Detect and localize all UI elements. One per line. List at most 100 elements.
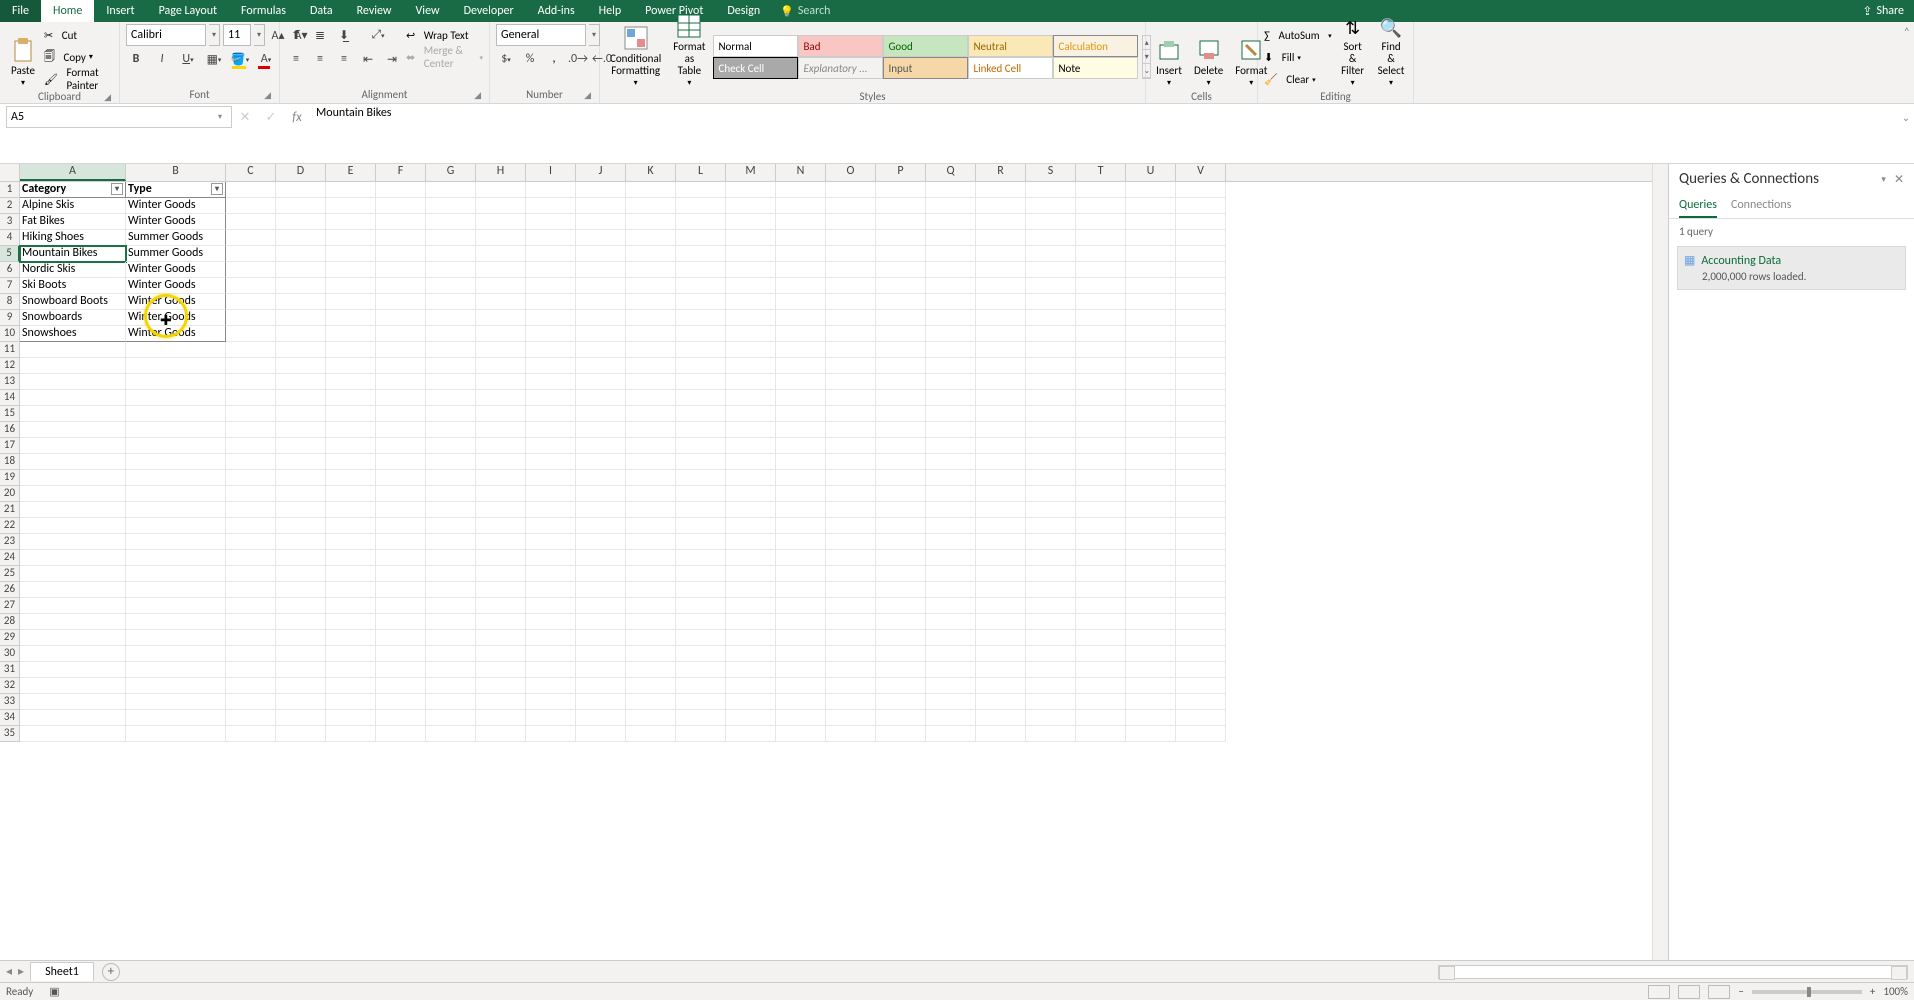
cell-C30[interactable] bbox=[226, 646, 276, 662]
cell-N3[interactable] bbox=[776, 214, 826, 230]
close-pane-icon[interactable]: ✕ bbox=[1894, 172, 1904, 187]
cell-D24[interactable] bbox=[276, 550, 326, 566]
cell-P3[interactable] bbox=[876, 214, 926, 230]
cell-B30[interactable] bbox=[126, 646, 226, 662]
fx-icon[interactable]: fx bbox=[284, 110, 310, 125]
cell-V20[interactable] bbox=[1176, 486, 1226, 502]
cell-V31[interactable] bbox=[1176, 662, 1226, 678]
cell-J23[interactable] bbox=[576, 534, 626, 550]
cell-V29[interactable] bbox=[1176, 630, 1226, 646]
cell-D3[interactable] bbox=[276, 214, 326, 230]
cell-B12[interactable] bbox=[126, 358, 226, 374]
cell-D7[interactable] bbox=[276, 278, 326, 294]
cell-D20[interactable] bbox=[276, 486, 326, 502]
cell-P34[interactable] bbox=[876, 710, 926, 726]
cell-K26[interactable] bbox=[626, 582, 676, 598]
cell-D14[interactable] bbox=[276, 390, 326, 406]
cell-M33[interactable] bbox=[726, 694, 776, 710]
cell-P26[interactable] bbox=[876, 582, 926, 598]
cell-K27[interactable] bbox=[626, 598, 676, 614]
cell-E24[interactable] bbox=[326, 550, 376, 566]
row-header-19[interactable]: 19 bbox=[0, 470, 20, 486]
row-header-10[interactable]: 10 bbox=[0, 326, 20, 342]
cell-D26[interactable] bbox=[276, 582, 326, 598]
cell-I19[interactable] bbox=[526, 470, 576, 486]
cell-F27[interactable] bbox=[376, 598, 426, 614]
cell-T20[interactable] bbox=[1076, 486, 1126, 502]
cell-C20[interactable] bbox=[226, 486, 276, 502]
cell-N1[interactable] bbox=[776, 182, 826, 198]
cell-H9[interactable] bbox=[476, 310, 526, 326]
cell-G8[interactable] bbox=[426, 294, 476, 310]
cell-O33[interactable] bbox=[826, 694, 876, 710]
cell-S14[interactable] bbox=[1026, 390, 1076, 406]
cell-C6[interactable] bbox=[226, 262, 276, 278]
row-header-33[interactable]: 33 bbox=[0, 694, 20, 710]
cell-B18[interactable] bbox=[126, 454, 226, 470]
cell-S26[interactable] bbox=[1026, 582, 1076, 598]
alignment-launcher[interactable]: ◢ bbox=[474, 90, 481, 101]
cell-O13[interactable] bbox=[826, 374, 876, 390]
cell-Q15[interactable] bbox=[926, 406, 976, 422]
cell-L24[interactable] bbox=[676, 550, 726, 566]
cell-D13[interactable] bbox=[276, 374, 326, 390]
cell-G13[interactable] bbox=[426, 374, 476, 390]
cell-C21[interactable] bbox=[226, 502, 276, 518]
cell-I5[interactable] bbox=[526, 246, 576, 262]
cell-J32[interactable] bbox=[576, 678, 626, 694]
cell-C8[interactable] bbox=[226, 294, 276, 310]
cell-B22[interactable] bbox=[126, 518, 226, 534]
cell-J5[interactable] bbox=[576, 246, 626, 262]
cell-L2[interactable] bbox=[676, 198, 726, 214]
cell-F2[interactable] bbox=[376, 198, 426, 214]
cell-G22[interactable] bbox=[426, 518, 476, 534]
row-header-31[interactable]: 31 bbox=[0, 662, 20, 678]
cell-S11[interactable] bbox=[1026, 342, 1076, 358]
cell-V24[interactable] bbox=[1176, 550, 1226, 566]
cell-E11[interactable] bbox=[326, 342, 376, 358]
cell-T21[interactable] bbox=[1076, 502, 1126, 518]
increase-decimal-icon[interactable]: .0→ bbox=[568, 49, 588, 69]
cell-H6[interactable] bbox=[476, 262, 526, 278]
cell-K32[interactable] bbox=[626, 678, 676, 694]
cell-G25[interactable] bbox=[426, 566, 476, 582]
col-header-E[interactable]: E bbox=[326, 164, 376, 181]
cell-K9[interactable] bbox=[626, 310, 676, 326]
cell-V23[interactable] bbox=[1176, 534, 1226, 550]
cell-O6[interactable] bbox=[826, 262, 876, 278]
cell-Q28[interactable] bbox=[926, 614, 976, 630]
col-header-F[interactable]: F bbox=[376, 164, 426, 181]
col-header-V[interactable]: V bbox=[1176, 164, 1226, 181]
cell-F5[interactable] bbox=[376, 246, 426, 262]
cell-O8[interactable] bbox=[826, 294, 876, 310]
cell-A24[interactable] bbox=[20, 550, 126, 566]
row-header-25[interactable]: 25 bbox=[0, 566, 20, 582]
cell-U24[interactable] bbox=[1126, 550, 1176, 566]
cell-K24[interactable] bbox=[626, 550, 676, 566]
cell-R15[interactable] bbox=[976, 406, 1026, 422]
cell-V13[interactable] bbox=[1176, 374, 1226, 390]
cell-H34[interactable] bbox=[476, 710, 526, 726]
cell-T29[interactable] bbox=[1076, 630, 1126, 646]
cell-A12[interactable] bbox=[20, 358, 126, 374]
cell-V5[interactable] bbox=[1176, 246, 1226, 262]
cell-N17[interactable] bbox=[776, 438, 826, 454]
cell-B11[interactable] bbox=[126, 342, 226, 358]
cell-D15[interactable] bbox=[276, 406, 326, 422]
cell-H19[interactable] bbox=[476, 470, 526, 486]
cell-V26[interactable] bbox=[1176, 582, 1226, 598]
cell-M21[interactable] bbox=[726, 502, 776, 518]
cell-M25[interactable] bbox=[726, 566, 776, 582]
zoom-in-icon[interactable]: + bbox=[1870, 985, 1875, 998]
cell-E12[interactable] bbox=[326, 358, 376, 374]
cell-B6[interactable]: Winter Goods bbox=[126, 262, 226, 278]
cell-N28[interactable] bbox=[776, 614, 826, 630]
cell-D6[interactable] bbox=[276, 262, 326, 278]
cell-H10[interactable] bbox=[476, 326, 526, 342]
cell-R27[interactable] bbox=[976, 598, 1026, 614]
cell-S27[interactable] bbox=[1026, 598, 1076, 614]
cell-E9[interactable] bbox=[326, 310, 376, 326]
cell-A7[interactable]: Ski Boots bbox=[20, 278, 126, 294]
cell-R12[interactable] bbox=[976, 358, 1026, 374]
cell-M22[interactable] bbox=[726, 518, 776, 534]
